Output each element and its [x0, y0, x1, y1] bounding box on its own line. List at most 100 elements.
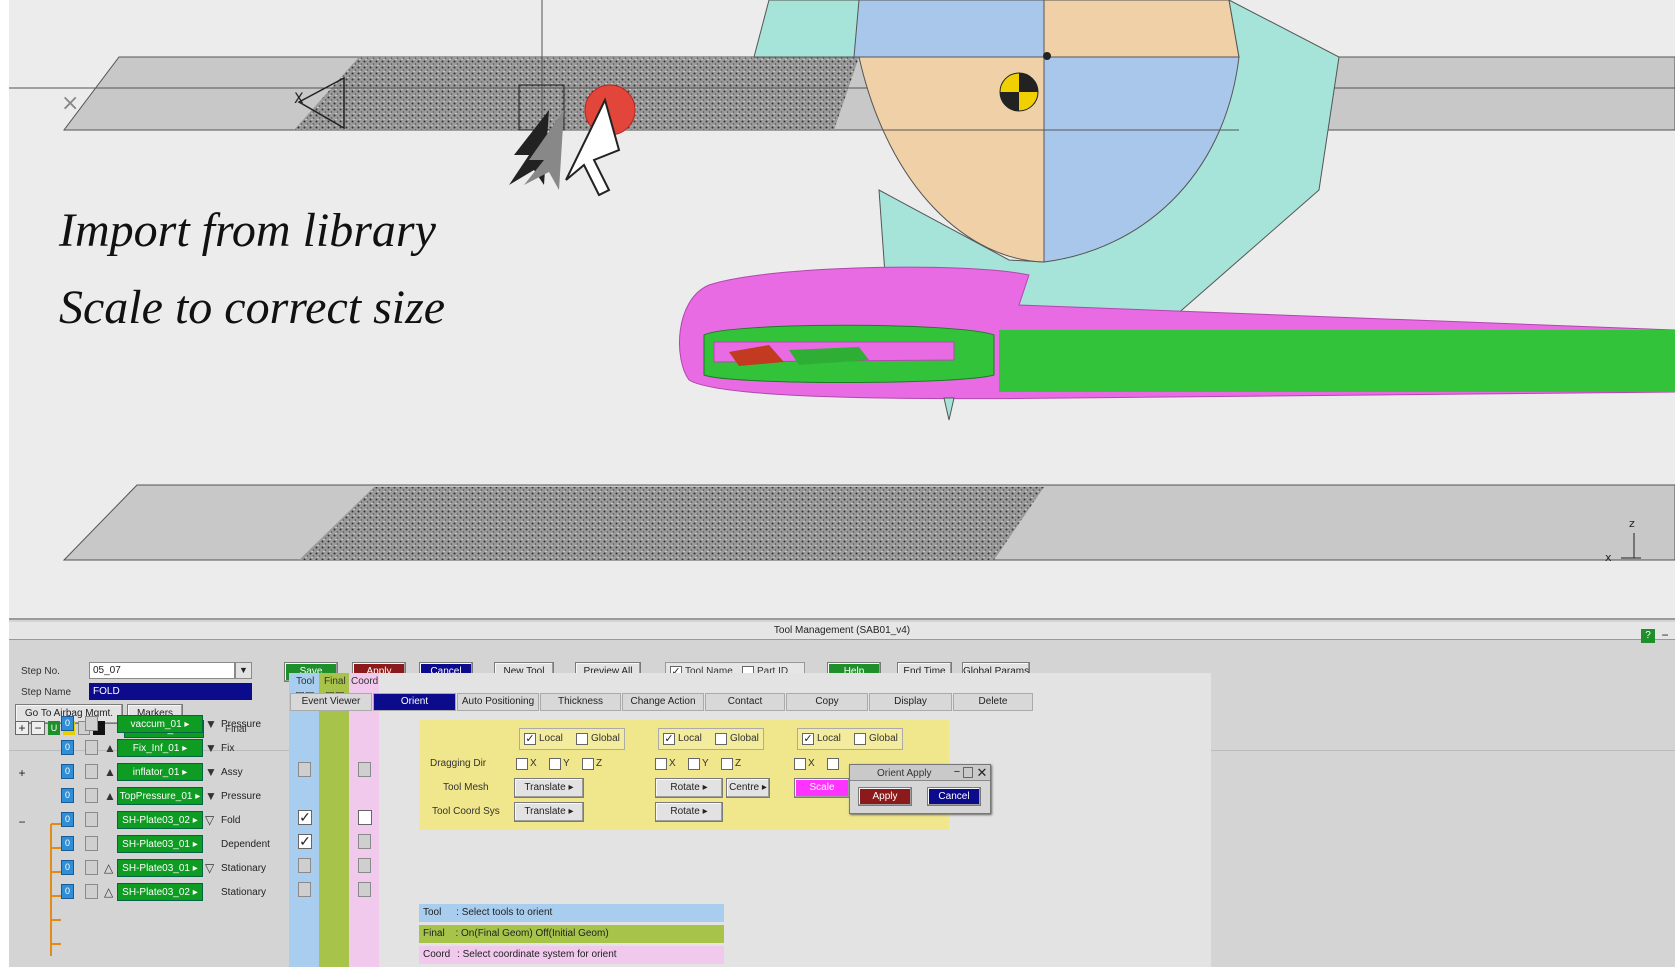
coord-checkbox-5[interactable]: [358, 810, 372, 825]
coord-rotate-button[interactable]: Rotate ▸: [655, 802, 723, 822]
visibility-toggle[interactable]: [85, 740, 98, 755]
tool-button[interactable]: SH-Plate03_01 ▸: [117, 835, 203, 853]
rot-x-checkbox[interactable]: [655, 758, 667, 770]
tab-auto-positioning[interactable]: Auto Positioning: [457, 693, 539, 711]
tool-checkbox-7[interactable]: [298, 858, 311, 873]
scale-local-label: Local: [817, 733, 841, 744]
coord-checkbox-8[interactable]: [358, 882, 371, 897]
tool-button[interactable]: vaccum_01 ▸: [117, 715, 203, 733]
tool-checkbox-5[interactable]: ✓: [298, 810, 312, 825]
dialog-close-icon[interactable]: ✕: [975, 765, 989, 780]
coord-translate-button[interactable]: Translate ▸: [514, 802, 584, 822]
tool-checkbox-6[interactable]: ✓: [298, 834, 312, 849]
tool-mesh-rotate-button[interactable]: Rotate ▸: [655, 778, 723, 798]
dragging-local-checkbox[interactable]: ✓: [524, 733, 536, 745]
visibility-toggle[interactable]: [85, 716, 98, 731]
collapse-fold-icon[interactable]: −: [15, 815, 29, 829]
tool-id-badge[interactable]: 0: [61, 716, 74, 731]
tab-orient[interactable]: Orient: [373, 693, 456, 711]
visibility-toggle[interactable]: [85, 860, 98, 875]
visibility-toggle[interactable]: [85, 764, 98, 779]
tool-mesh-label: Tool Mesh: [443, 782, 489, 793]
scale-local-checkbox[interactable]: ✓: [802, 733, 814, 745]
caption-scale: Scale to correct size: [59, 281, 446, 334]
help-icon[interactable]: ?: [1641, 629, 1655, 643]
rot-z-checkbox[interactable]: [721, 758, 733, 770]
tool-button[interactable]: SH-Plate03_01 ▸: [117, 859, 203, 877]
coord-column-label: Coord: [351, 676, 379, 687]
tool-checkbox-3[interactable]: [298, 762, 311, 777]
rotate-global-checkbox[interactable]: [715, 733, 727, 745]
step-no-field[interactable]: 05_07: [89, 662, 235, 679]
visibility-toggle[interactable]: [85, 836, 98, 851]
visibility-toggle[interactable]: [85, 812, 98, 827]
move-up-icon[interactable]: ▲: [104, 765, 116, 779]
tool-management-panel: Tool Management (SAB01_v4) ? − Step No. …: [9, 618, 1675, 967]
tool-mesh-translate-button[interactable]: Translate ▸: [514, 778, 584, 798]
tool-button[interactable]: SH-Plate03_02 ▸: [117, 811, 203, 829]
lower-plate-mesh: [299, 487, 1044, 560]
move-up-icon[interactable]: △: [104, 861, 113, 875]
orient-cancel-button[interactable]: Cancel: [927, 787, 981, 806]
visibility-toggle[interactable]: [85, 788, 98, 803]
collapse-all-button[interactable]: −: [31, 721, 45, 735]
scale-button[interactable]: Scale: [794, 778, 850, 798]
rot-y-checkbox[interactable]: [688, 758, 700, 770]
move-down-icon[interactable]: ▼: [205, 741, 217, 755]
orient-apply-button[interactable]: Apply: [858, 787, 912, 806]
coord-checkbox-6[interactable]: [358, 834, 371, 849]
tab-thickness[interactable]: Thickness: [540, 693, 621, 711]
move-down-icon[interactable]: ▽: [205, 813, 214, 827]
tab-event-viewer[interactable]: Event Viewer: [290, 693, 372, 711]
tab-change-action[interactable]: Change Action: [622, 693, 704, 711]
expand-inflator-icon[interactable]: +: [15, 766, 29, 780]
coord-checkbox-3[interactable]: [358, 762, 371, 777]
rotate-local-checkbox[interactable]: ✓: [663, 733, 675, 745]
tool-id-badge[interactable]: 0: [61, 788, 74, 803]
drag-z-label: Z: [596, 758, 603, 769]
scale-x-checkbox[interactable]: [794, 758, 806, 770]
tool-button[interactable]: inflator_01 ▸: [117, 763, 203, 781]
tool-id-badge[interactable]: 0: [61, 812, 74, 827]
tool-id-badge[interactable]: 0: [61, 884, 74, 899]
move-down-icon[interactable]: ▼: [205, 789, 217, 803]
centre-button[interactable]: Centre ▸: [726, 778, 770, 798]
graphics-viewport[interactable]: × X Import from library Scale to correct…: [9, 0, 1675, 618]
dragging-global-checkbox[interactable]: [576, 733, 588, 745]
minimize-icon[interactable]: −: [1658, 629, 1672, 643]
rot-y-label: Y: [702, 758, 709, 769]
visibility-toggle[interactable]: [85, 884, 98, 899]
tool-id-badge[interactable]: 0: [61, 836, 74, 851]
tool-checkbox-8[interactable]: [298, 882, 311, 897]
tab-delete[interactable]: Delete: [953, 693, 1033, 711]
move-up-icon[interactable]: △: [104, 885, 113, 899]
tool-id-badge[interactable]: 0: [61, 764, 74, 779]
step-no-dropdown[interactable]: ▼: [235, 662, 252, 679]
drag-x-checkbox[interactable]: [516, 758, 528, 770]
step-name-field[interactable]: FOLD: [89, 683, 252, 700]
tool-id-badge[interactable]: 0: [61, 860, 74, 875]
tab-copy[interactable]: Copy: [786, 693, 868, 711]
tab-display[interactable]: Display: [869, 693, 952, 711]
coord-checkbox-7[interactable]: [358, 858, 371, 873]
move-up-icon[interactable]: ▲: [104, 741, 116, 755]
tool-id-badge[interactable]: 0: [61, 740, 74, 755]
scale-global-checkbox[interactable]: [854, 733, 866, 745]
tool-button[interactable]: SH-Plate03_02 ▸: [117, 883, 203, 901]
move-down-icon[interactable]: ▽: [205, 861, 214, 875]
dialog-minimize-icon[interactable]: −: [951, 766, 963, 779]
u-button[interactable]: U: [48, 721, 60, 735]
tool-button[interactable]: Fix_Inf_01 ▸: [117, 739, 203, 757]
orient-apply-title: Orient Apply: [877, 768, 932, 779]
caption-import: Import from library: [59, 204, 436, 257]
tool-button[interactable]: TopPressure_01 ▸: [117, 787, 203, 805]
scale-y-checkbox[interactable]: [827, 758, 839, 770]
dialog-restore-icon[interactable]: [963, 767, 973, 778]
drag-y-checkbox[interactable]: [549, 758, 561, 770]
move-up-icon[interactable]: ▲: [104, 789, 116, 803]
move-down-icon[interactable]: ▼: [205, 765, 217, 779]
tab-contact[interactable]: Contact: [705, 693, 785, 711]
move-down-icon[interactable]: ▼: [205, 717, 217, 731]
expand-all-button[interactable]: +: [15, 721, 29, 735]
drag-z-checkbox[interactable]: [582, 758, 594, 770]
